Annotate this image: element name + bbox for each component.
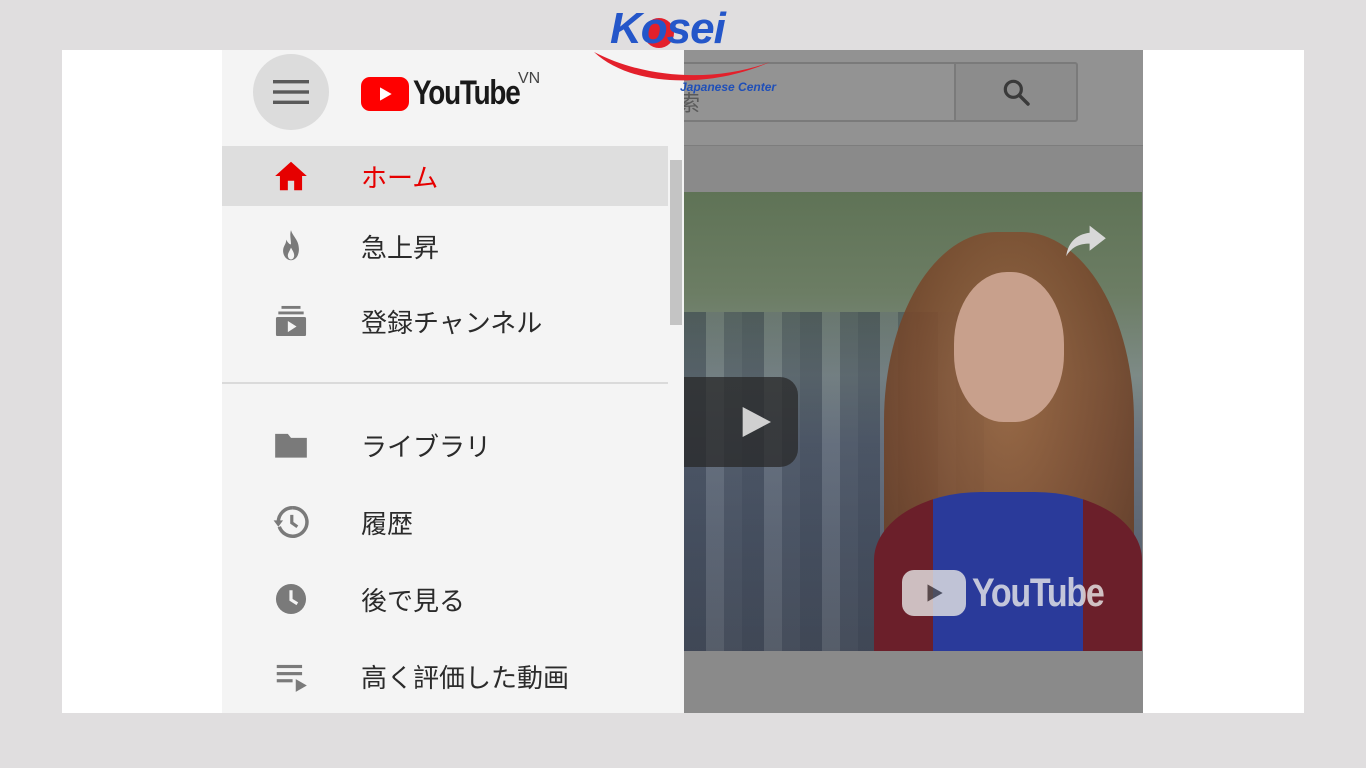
- subscriptions-icon: [270, 300, 312, 342]
- nav-label-subscriptions: 登録チャンネル: [361, 308, 543, 339]
- drawer-nav-list: ホーム 急上昇 登録チャンネル ライブラリ 履歴 後で見る 高く評価した動画: [222, 146, 684, 713]
- library-folder-icon: [270, 424, 312, 466]
- nav-label-history: 履歴: [361, 509, 414, 540]
- nav-label-home: ホーム: [361, 163, 439, 194]
- youtube-logo-text: YouTube: [413, 74, 521, 112]
- history-icon: [270, 501, 312, 543]
- nav-label-trending: 急上昇: [361, 233, 440, 264]
- drawer-scrollbar-thumb[interactable]: [670, 160, 682, 325]
- liked-videos-playlist-icon: [270, 655, 312, 697]
- search-button[interactable]: [954, 62, 1078, 122]
- share-icon[interactable]: [1064, 222, 1108, 258]
- region-code: VN: [518, 70, 541, 87]
- video-person-face: [954, 272, 1064, 422]
- watch-later-clock-icon: [270, 578, 312, 620]
- nav-item-trending[interactable]: 急上昇: [222, 216, 668, 276]
- nav-label-liked-videos: 高く評価した動画: [361, 663, 570, 694]
- youtube-logo[interactable]: YouTube VN: [361, 70, 543, 113]
- menu-button[interactable]: [253, 54, 329, 130]
- hamburger-menu-icon: [273, 80, 309, 104]
- watermark-play-icon: [902, 570, 966, 616]
- youtube-logo-icon: [361, 76, 409, 111]
- nav-item-subscriptions[interactable]: 登録チャンネル: [222, 291, 668, 351]
- nav-item-watch-later[interactable]: 後で見る: [222, 569, 668, 629]
- nav-label-library: ライブラリ: [361, 432, 492, 463]
- nav-divider: [222, 382, 668, 384]
- home-icon: [270, 155, 312, 197]
- kosei-logo: Kosei Japanese Center: [592, 4, 782, 100]
- kosei-logo-text: Kosei: [610, 4, 726, 53]
- nav-item-library[interactable]: ライブラリ: [222, 415, 668, 475]
- navigation-drawer: YouTube VN ホーム 急上昇 登録チャンネル ライブラリ 履歴 後で見る…: [222, 50, 684, 713]
- watermark-text: YouTube: [972, 570, 1105, 615]
- play-icon: [742, 407, 771, 437]
- nav-item-home[interactable]: ホーム: [222, 146, 668, 206]
- nav-item-history[interactable]: 履歴: [222, 492, 668, 552]
- play-button[interactable]: [684, 377, 798, 467]
- video-youtube-watermark: YouTube: [902, 570, 1127, 616]
- nav-label-watch-later: 後で見る: [361, 586, 466, 617]
- video-thumbnail[interactable]: YouTube: [684, 192, 1142, 651]
- search-icon: [1003, 79, 1030, 106]
- kosei-logo-subtitle: Japanese Center: [680, 80, 777, 94]
- trending-fire-icon: [270, 225, 312, 267]
- nav-item-liked-videos[interactable]: 高く評価した動画: [222, 646, 668, 706]
